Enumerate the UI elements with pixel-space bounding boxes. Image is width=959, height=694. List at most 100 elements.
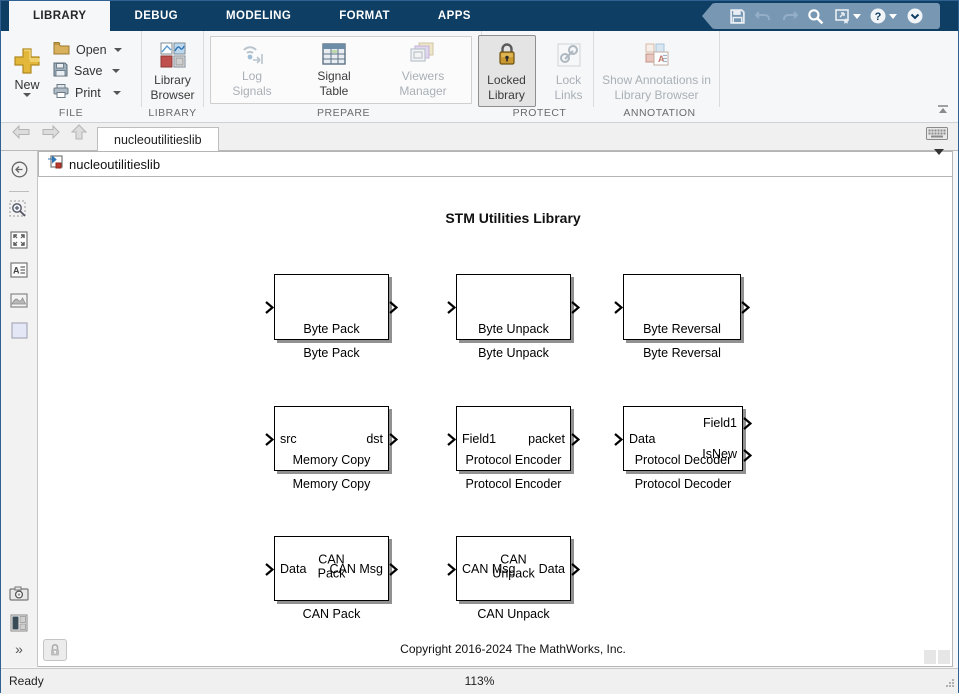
open-caret-icon[interactable] <box>114 48 122 52</box>
back-icon[interactable] <box>11 125 31 144</box>
port-arrow-icon <box>447 301 456 314</box>
copyright-text: Copyright 2016-2024 The MathWorks, Inc. <box>400 642 626 656</box>
block-byte-unpack[interactable]: Byte Unpack <box>456 274 571 340</box>
floppy-icon <box>53 62 68 80</box>
search-icon[interactable] <box>807 8 824 25</box>
prepare-gallery: Log Signals Signal Table Viewers Manager <box>210 36 472 104</box>
toolstrip-tab-library[interactable]: LIBRARY <box>9 1 110 31</box>
save-caret-icon[interactable] <box>112 69 120 73</box>
port-arrow-icon <box>447 433 456 446</box>
breadcrumb-caret-icon[interactable] <box>934 155 944 173</box>
area-tool-icon[interactable] <box>7 318 31 342</box>
popout-favorites-icon[interactable] <box>833 8 861 24</box>
port-arrow-icon <box>571 433 580 446</box>
new-button[interactable]: New <box>7 45 47 97</box>
collapse-ribbon-icon[interactable] <box>936 101 950 119</box>
port-arrow-icon <box>743 449 752 462</box>
input-port-label: Field1 <box>462 432 496 446</box>
block-can-pack[interactable]: CAN PackDataCAN Msg <box>274 536 389 601</box>
folder-icon <box>53 41 70 58</box>
log-signals-icon <box>238 41 266 67</box>
port-arrow-icon <box>389 433 398 446</box>
output-port-label: dst <box>366 432 383 446</box>
explorer-toggle-icon[interactable] <box>7 157 31 181</box>
breadcrumb[interactable]: nucleoutilitieslib <box>38 151 953 177</box>
redo-icon[interactable] <box>781 8 799 24</box>
ribbon-section-protect: Locked Library Lock Links <box>481 31 593 107</box>
port-arrow-icon <box>614 301 623 314</box>
block-can-unpack[interactable]: CAN UnpackCAN MsgData <box>456 536 571 601</box>
keyboard-icon[interactable] <box>926 127 948 145</box>
popout-caret-icon[interactable] <box>853 14 861 19</box>
image-tool-icon[interactable] <box>7 288 31 312</box>
help-icon[interactable]: ? <box>869 7 897 25</box>
block-protocol-encoder[interactable]: Protocol EncoderField1packet <box>456 406 571 471</box>
show-annotations-icon: A <box>644 39 670 71</box>
block-inner-label: Byte Unpack <box>457 322 570 336</box>
ribbon: New Open Save Print <box>1 31 958 123</box>
print-label: Print <box>75 86 107 100</box>
library-canvas[interactable]: STM Utilities Library Byte PackByte Pack… <box>38 177 953 667</box>
canvas-lock-button[interactable] <box>43 639 67 661</box>
library-browser-button[interactable]: Library Browser <box>144 35 202 107</box>
viewers-manager-button[interactable]: Viewers Manager <box>375 37 471 103</box>
toolstrip-tab-modeling[interactable]: MODELING <box>202 1 315 31</box>
save-icon[interactable] <box>729 8 746 25</box>
locked-library-button[interactable]: Locked Library <box>478 35 536 107</box>
lock-links-button[interactable]: Lock Links <box>540 35 598 107</box>
lock-icon <box>497 39 517 71</box>
print-button[interactable]: Print <box>53 84 122 101</box>
block-caption: CAN Unpack <box>436 607 591 621</box>
zoom-level: 113% <box>465 674 495 688</box>
ribbon-section-labels: FILE LIBRARY PREPARE PROTECT ANNOTATION <box>1 107 958 122</box>
forward-icon[interactable] <box>41 125 61 144</box>
block-caption: Protocol Decoder <box>603 477 763 491</box>
zoom-region-icon[interactable] <box>7 198 31 222</box>
input-port-label: Data <box>629 432 655 446</box>
open-button[interactable]: Open <box>53 41 122 58</box>
ribbon-section-file: New Open Save Print <box>1 31 141 107</box>
block-protocol-decoder[interactable]: Protocol DecoderDataField1IsNew <box>623 406 743 471</box>
file-section-label: FILE <box>1 107 141 122</box>
dock-browser-icon[interactable] <box>7 611 31 635</box>
block-caption: Byte Reversal <box>603 346 761 360</box>
toolstrip-tab-apps[interactable]: APPS <box>414 1 495 31</box>
library-title: STM Utilities Library <box>445 210 580 226</box>
block-memory-copy[interactable]: Memory Copysrcdst <box>274 406 389 471</box>
new-caret-icon[interactable] <box>23 93 31 97</box>
input-port-label: Data <box>280 562 306 576</box>
toolstrip-tab-bar: LIBRARYDEBUGMODELINGFORMATAPPS ? <box>1 1 958 31</box>
signal-table-button[interactable]: Signal Table <box>293 37 375 103</box>
viewers-manager-label: Viewers Manager <box>393 69 453 99</box>
port-arrow-icon <box>265 563 274 576</box>
help-caret-icon[interactable] <box>889 14 897 19</box>
toolstrip-tab-debug[interactable]: DEBUG <box>110 1 202 31</box>
show-annotations-button[interactable]: A Show Annotations in Library Browser <box>600 35 713 107</box>
up-icon[interactable] <box>71 124 87 145</box>
toolstrip-tab-format[interactable]: FORMAT <box>315 1 414 31</box>
document-tab[interactable]: nucleoutilitieslib <box>97 127 219 151</box>
output-port-label: Data <box>539 562 565 576</box>
printer-icon <box>53 84 69 101</box>
undo-icon[interactable] <box>754 8 772 24</box>
expand-palette-icon[interactable]: » <box>15 641 23 657</box>
block-byte-reversal[interactable]: Byte Reversal <box>623 274 741 340</box>
canvas-resize-grip[interactable] <box>924 650 950 664</box>
new-label: New <box>14 78 39 92</box>
open-label: Open <box>76 43 108 57</box>
block-byte-pack[interactable]: Byte Pack <box>274 274 389 340</box>
fit-view-icon[interactable] <box>7 228 31 252</box>
library-browser-icon <box>160 39 186 71</box>
print-caret-icon[interactable] <box>113 91 121 95</box>
annotation-tool-icon[interactable]: A <box>7 258 31 282</box>
port-arrow-icon <box>614 433 623 446</box>
svg-text:?: ? <box>875 11 882 23</box>
save-button[interactable]: Save <box>53 62 122 80</box>
minimize-toolstrip-icon[interactable] <box>906 7 924 25</box>
link-icon <box>557 39 581 71</box>
save-label: Save <box>74 64 106 78</box>
log-signals-button[interactable]: Log Signals <box>211 37 293 103</box>
input-port-label: src <box>280 432 297 446</box>
window-resize-grip[interactable] <box>945 677 955 691</box>
screenshot-camera-icon[interactable] <box>7 581 31 605</box>
